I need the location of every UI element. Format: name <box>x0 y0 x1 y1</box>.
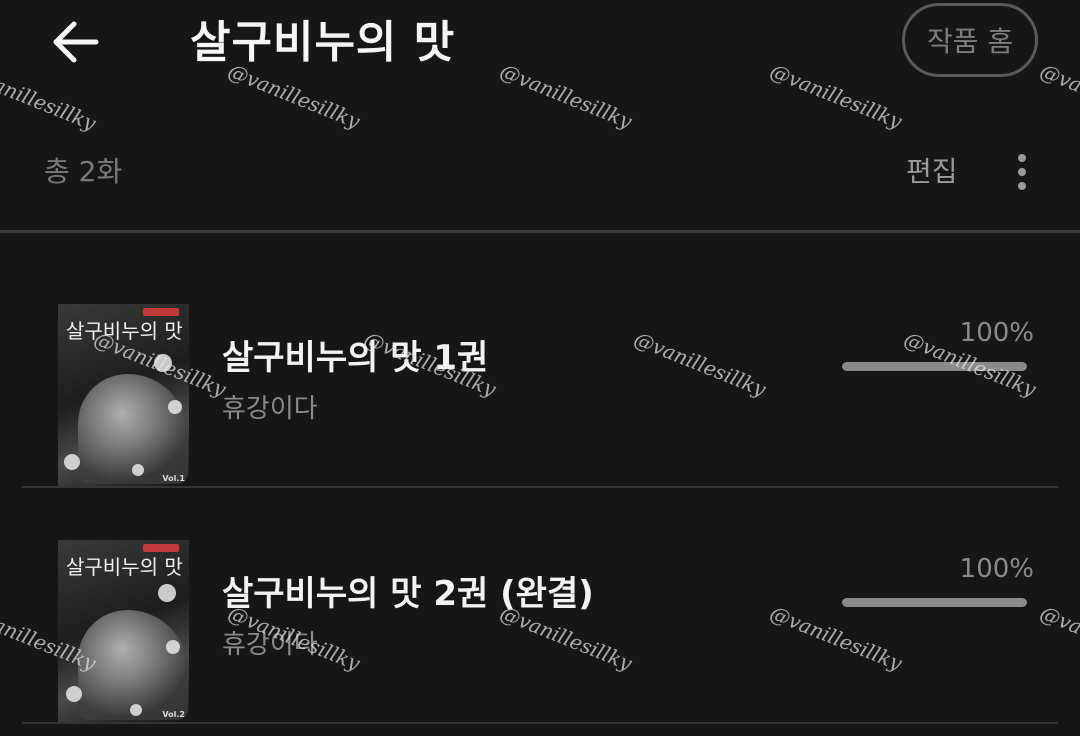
watermark: @vanillesillky <box>766 58 906 134</box>
progress-percent: 100% <box>959 318 1034 348</box>
row-divider <box>22 722 1058 724</box>
progress-fill <box>842 362 1027 371</box>
watermark: @vanillesillky <box>0 60 100 136</box>
edit-button[interactable]: 편집 <box>906 150 958 190</box>
series-home-button[interactable]: 작품 홈 <box>902 3 1038 77</box>
cover-title: 살구비누의 맛 <box>66 555 183 579</box>
book-cover: 살구비누의 맛 Vol.1 <box>58 304 189 487</box>
progress-bar <box>842 362 1027 371</box>
book-author: 휴강이다 <box>222 394 318 424</box>
watermark: @vanillesillky <box>1036 58 1080 134</box>
book-cover: 살구비누의 맛 Vol.2 <box>58 540 189 723</box>
book-author: 휴강이다 <box>222 630 318 660</box>
book-title: 살구비누의 맛 1권 <box>222 338 489 378</box>
list-item-volume-2[interactable]: 살구비누의 맛 Vol.2 살구비누의 맛 2권 (완결) 휴강이다 100% <box>0 488 1080 724</box>
cover-volume: Vol.1 <box>162 474 185 483</box>
progress-bar <box>842 598 1027 607</box>
cover-title: 살구비누의 맛 <box>66 319 183 343</box>
cover-volume: Vol.2 <box>162 710 185 719</box>
library-screen: 살구비누의 맛 작품 홈 총 2화 편집 살구비누의 맛 Vol.1 살구비누의… <box>0 0 1080 736</box>
page-title: 살구비누의 맛 <box>190 17 456 68</box>
arrow-left-icon <box>53 21 99 63</box>
watermark: @vanillesillky <box>496 58 636 134</box>
back-button[interactable] <box>48 14 104 70</box>
progress-percent: 100% <box>959 554 1034 584</box>
progress-fill <box>842 598 1027 607</box>
book-title: 살구비누의 맛 2권 (완결) <box>222 574 594 614</box>
episode-count: 총 2화 <box>44 155 123 188</box>
list-item-volume-1[interactable]: 살구비누의 맛 Vol.1 살구비누의 맛 1권 휴강이다 100% <box>0 252 1080 488</box>
more-vertical-icon[interactable] <box>1004 150 1040 194</box>
header-divider <box>0 230 1080 233</box>
